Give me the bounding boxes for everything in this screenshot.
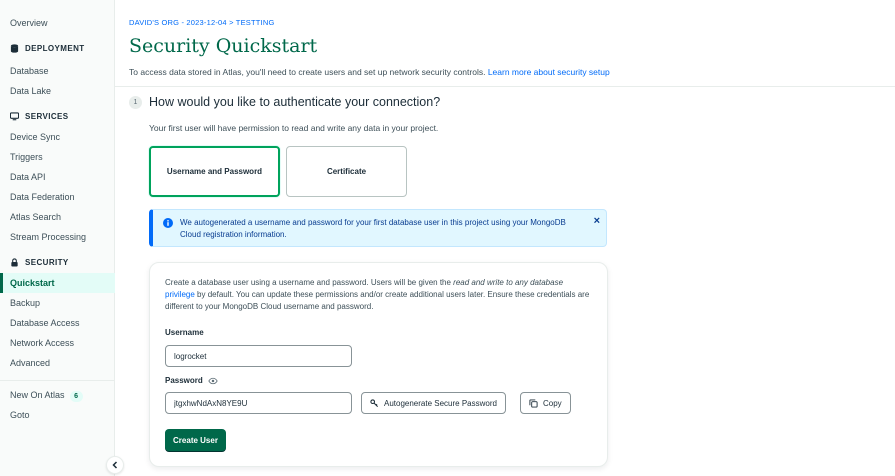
copy-label: Copy (543, 398, 562, 408)
create-user-button[interactable]: Create User (165, 429, 226, 451)
sidebar-item-triggers[interactable]: Triggers (10, 152, 43, 162)
sidebar-section-security: SECURITY (10, 258, 69, 267)
sidebar-item-goto[interactable]: Goto (10, 410, 30, 420)
autogenerate-password-button[interactable]: Autogenerate Secure Password (361, 392, 506, 414)
sidebar-item-database-access[interactable]: Database Access (10, 318, 80, 328)
form-description: Create a database user using a username … (165, 277, 595, 313)
sidebar-item-overview[interactable]: Overview (10, 18, 48, 28)
sidebar-item-backup[interactable]: Backup (10, 298, 40, 308)
sidebar-item-database[interactable]: Database (10, 66, 49, 76)
sidebar-item-stream-processing[interactable]: Stream Processing (10, 232, 86, 242)
sidebar-item-advanced[interactable]: Advanced (10, 358, 50, 368)
username-input[interactable] (165, 345, 352, 367)
sidebar-item-data-api[interactable]: Data API (10, 172, 46, 182)
page-description-text: To access data stored in Atlas, you'll n… (129, 67, 486, 77)
collapse-sidebar-button[interactable] (106, 456, 124, 474)
password-input[interactable] (165, 392, 352, 414)
form-description-emphasis: read and write to any database (453, 278, 564, 287)
auth-option-certificate[interactable]: Certificate (286, 146, 407, 197)
close-icon[interactable]: × (594, 216, 600, 227)
sidebar-section-services: SERVICES (10, 112, 69, 121)
header-divider (115, 86, 895, 87)
sidebar-section-label: SERVICES (25, 112, 69, 121)
eye-icon[interactable] (208, 377, 218, 385)
breadcrumb[interactable]: DAVID'S ORG - 2023-12-04 > TESTTING (129, 18, 275, 27)
password-label: Password (165, 376, 218, 385)
step-number: 1 (129, 96, 142, 109)
sidebar-item-data-lake[interactable]: Data Lake (10, 86, 51, 96)
privilege-link[interactable]: privilege (165, 290, 195, 299)
key-icon (370, 398, 379, 407)
database-user-form: Create a database user using a username … (149, 262, 608, 467)
sidebar-item-label: New On Atlas (10, 390, 65, 400)
learn-more-link[interactable]: Learn more about security setup (488, 67, 610, 77)
auth-option-username-password[interactable]: Username and Password (149, 146, 280, 197)
sidebar-item-quickstart-label: Quickstart (10, 278, 55, 288)
step-title: How would you like to authenticate your … (149, 95, 441, 109)
password-label-text: Password (165, 376, 203, 385)
sidebar-item-network-access[interactable]: Network Access (10, 338, 74, 348)
page-title: Security Quickstart (129, 35, 318, 57)
sidebar-item-atlas-search[interactable]: Atlas Search (10, 212, 61, 222)
sidebar: Overview DEPLOYMENT Database Data Lake S… (0, 0, 115, 476)
username-label: Username (165, 328, 204, 337)
monitor-icon (10, 112, 19, 121)
sidebar-section-label: SECURITY (25, 258, 69, 267)
step-description: Your first user will have permission to … (149, 123, 439, 133)
autogenerate-password-label: Autogenerate Secure Password (384, 398, 497, 408)
page-description: To access data stored in Atlas, you'll n… (129, 67, 610, 77)
sidebar-divider (0, 380, 115, 381)
lock-icon (11, 258, 18, 267)
chevron-left-icon (112, 461, 118, 469)
info-icon (163, 218, 173, 228)
banner-text: We autogenerated a username and password… (180, 218, 566, 239)
form-description-text: by default. You can update these permiss… (165, 290, 590, 311)
sidebar-item-new-on-atlas[interactable]: New On Atlas 6 (10, 390, 83, 402)
count-badge: 6 (69, 391, 83, 402)
info-banner: We autogenerated a username and password… (149, 209, 607, 247)
sidebar-item-data-federation[interactable]: Data Federation (10, 192, 75, 202)
sidebar-section-label: DEPLOYMENT (25, 44, 85, 53)
sidebar-item-device-sync[interactable]: Device Sync (10, 132, 60, 142)
form-description-text: Create a database user using a username … (165, 278, 454, 287)
copy-button[interactable]: Copy (520, 392, 571, 414)
copy-icon (529, 398, 538, 408)
database-icon (10, 44, 19, 53)
sidebar-section-deployment: DEPLOYMENT (10, 44, 85, 53)
